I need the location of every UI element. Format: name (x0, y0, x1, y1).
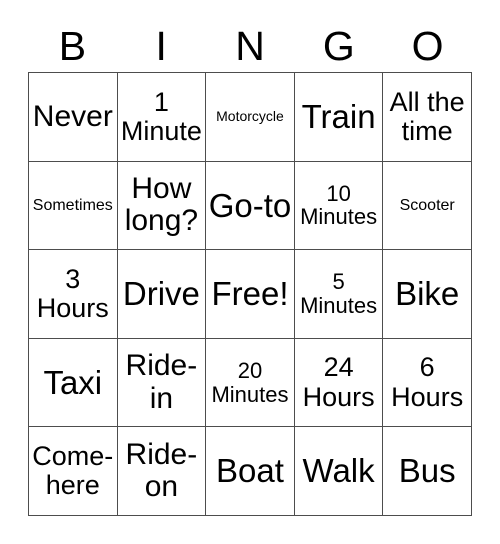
header-letter-i: I (155, 22, 167, 69)
bingo-cell-label: Ride-on (125, 437, 198, 504)
bingo-cell[interactable]: Ride-on (117, 427, 207, 516)
bingo-cell-label: 1 Minute (120, 86, 202, 146)
bingo-cell-label: 24 Hours (302, 352, 375, 412)
header-letter-o: O (411, 22, 444, 69)
bingo-cell-label: Come-here (32, 441, 114, 501)
bingo-cell[interactable]: 3 Hours (29, 250, 118, 339)
header-letter-b: B (58, 22, 87, 69)
bingo-cell-label: Walk (302, 452, 375, 490)
bingo-cell[interactable]: 24 Hours (294, 338, 384, 428)
bingo-cell-label: 6 Hours (391, 352, 464, 412)
bingo-cell[interactable]: Train (294, 73, 384, 162)
bingo-cell-label: Sometimes (32, 196, 113, 214)
bingo-cell[interactable]: Never (29, 73, 118, 162)
bingo-cell-label: Drive (122, 275, 200, 313)
bingo-cell[interactable]: Taxi (29, 338, 118, 428)
bingo-cell[interactable]: 6 Hours (383, 338, 472, 428)
bingo-grid: Never 1 Minute Motorcycle Train All the … (28, 72, 472, 516)
bingo-cell-label: Go-to (208, 186, 292, 224)
bingo-cell-label: Ride-in (125, 349, 198, 415)
bingo-header: B I N G O (28, 22, 472, 70)
bingo-cell-label: 20 Minutes (211, 357, 289, 407)
bingo-cell[interactable]: 10 Minutes (294, 161, 384, 251)
bingo-cell-label: Taxi (43, 363, 103, 401)
bingo-cell[interactable]: All the time (383, 73, 472, 162)
bingo-cell-label: All the time (389, 86, 465, 146)
bingo-cell-label: How long? (124, 172, 199, 238)
bingo-cell[interactable]: How long? (117, 161, 207, 251)
bingo-card: B I N G O Never 1 Minute Motorcycle Trai… (0, 0, 500, 544)
bingo-cell-label: Free! (211, 275, 289, 313)
bingo-cell-label: 5 Minutes (300, 269, 378, 318)
bingo-cell[interactable]: Boat (206, 427, 295, 516)
bingo-cell[interactable]: Motorcycle (206, 73, 295, 162)
bingo-cell-label: Never (32, 99, 113, 133)
bingo-cell-label: Boat (216, 452, 284, 490)
bingo-cell[interactable]: 1 Minute (117, 73, 207, 162)
bingo-cell-label: 10 Minutes (300, 180, 378, 230)
bingo-cell[interactable]: Walk (294, 427, 384, 516)
header-letter-g: G (322, 22, 355, 69)
bingo-cell[interactable]: Scooter (383, 161, 472, 251)
bingo-cell[interactable]: Ride-in (117, 338, 207, 428)
bingo-cell[interactable]: Bus (383, 427, 472, 516)
bingo-cell[interactable]: Go-to (206, 161, 295, 251)
bingo-cell[interactable]: 20 Minutes (206, 338, 295, 428)
bingo-cell[interactable]: 5 Minutes (294, 250, 384, 339)
bingo-cell-label: 3 Hours (36, 263, 109, 323)
bingo-cell-label: Train (301, 97, 376, 135)
bingo-cell-label: Motorcycle (216, 108, 284, 125)
bingo-cell-free[interactable]: Free! (206, 250, 295, 339)
bingo-cell[interactable]: Come-here (29, 427, 118, 516)
bingo-cell-label: Scooter (399, 196, 455, 214)
bingo-cell[interactable]: Bike (383, 250, 472, 339)
header-letter-n: N (235, 22, 265, 69)
bingo-cell[interactable]: Sometimes (29, 161, 118, 251)
bingo-cell-label: Bike (395, 275, 460, 313)
bingo-cell[interactable]: Drive (117, 250, 207, 339)
bingo-cell-label: Bus (398, 452, 456, 490)
